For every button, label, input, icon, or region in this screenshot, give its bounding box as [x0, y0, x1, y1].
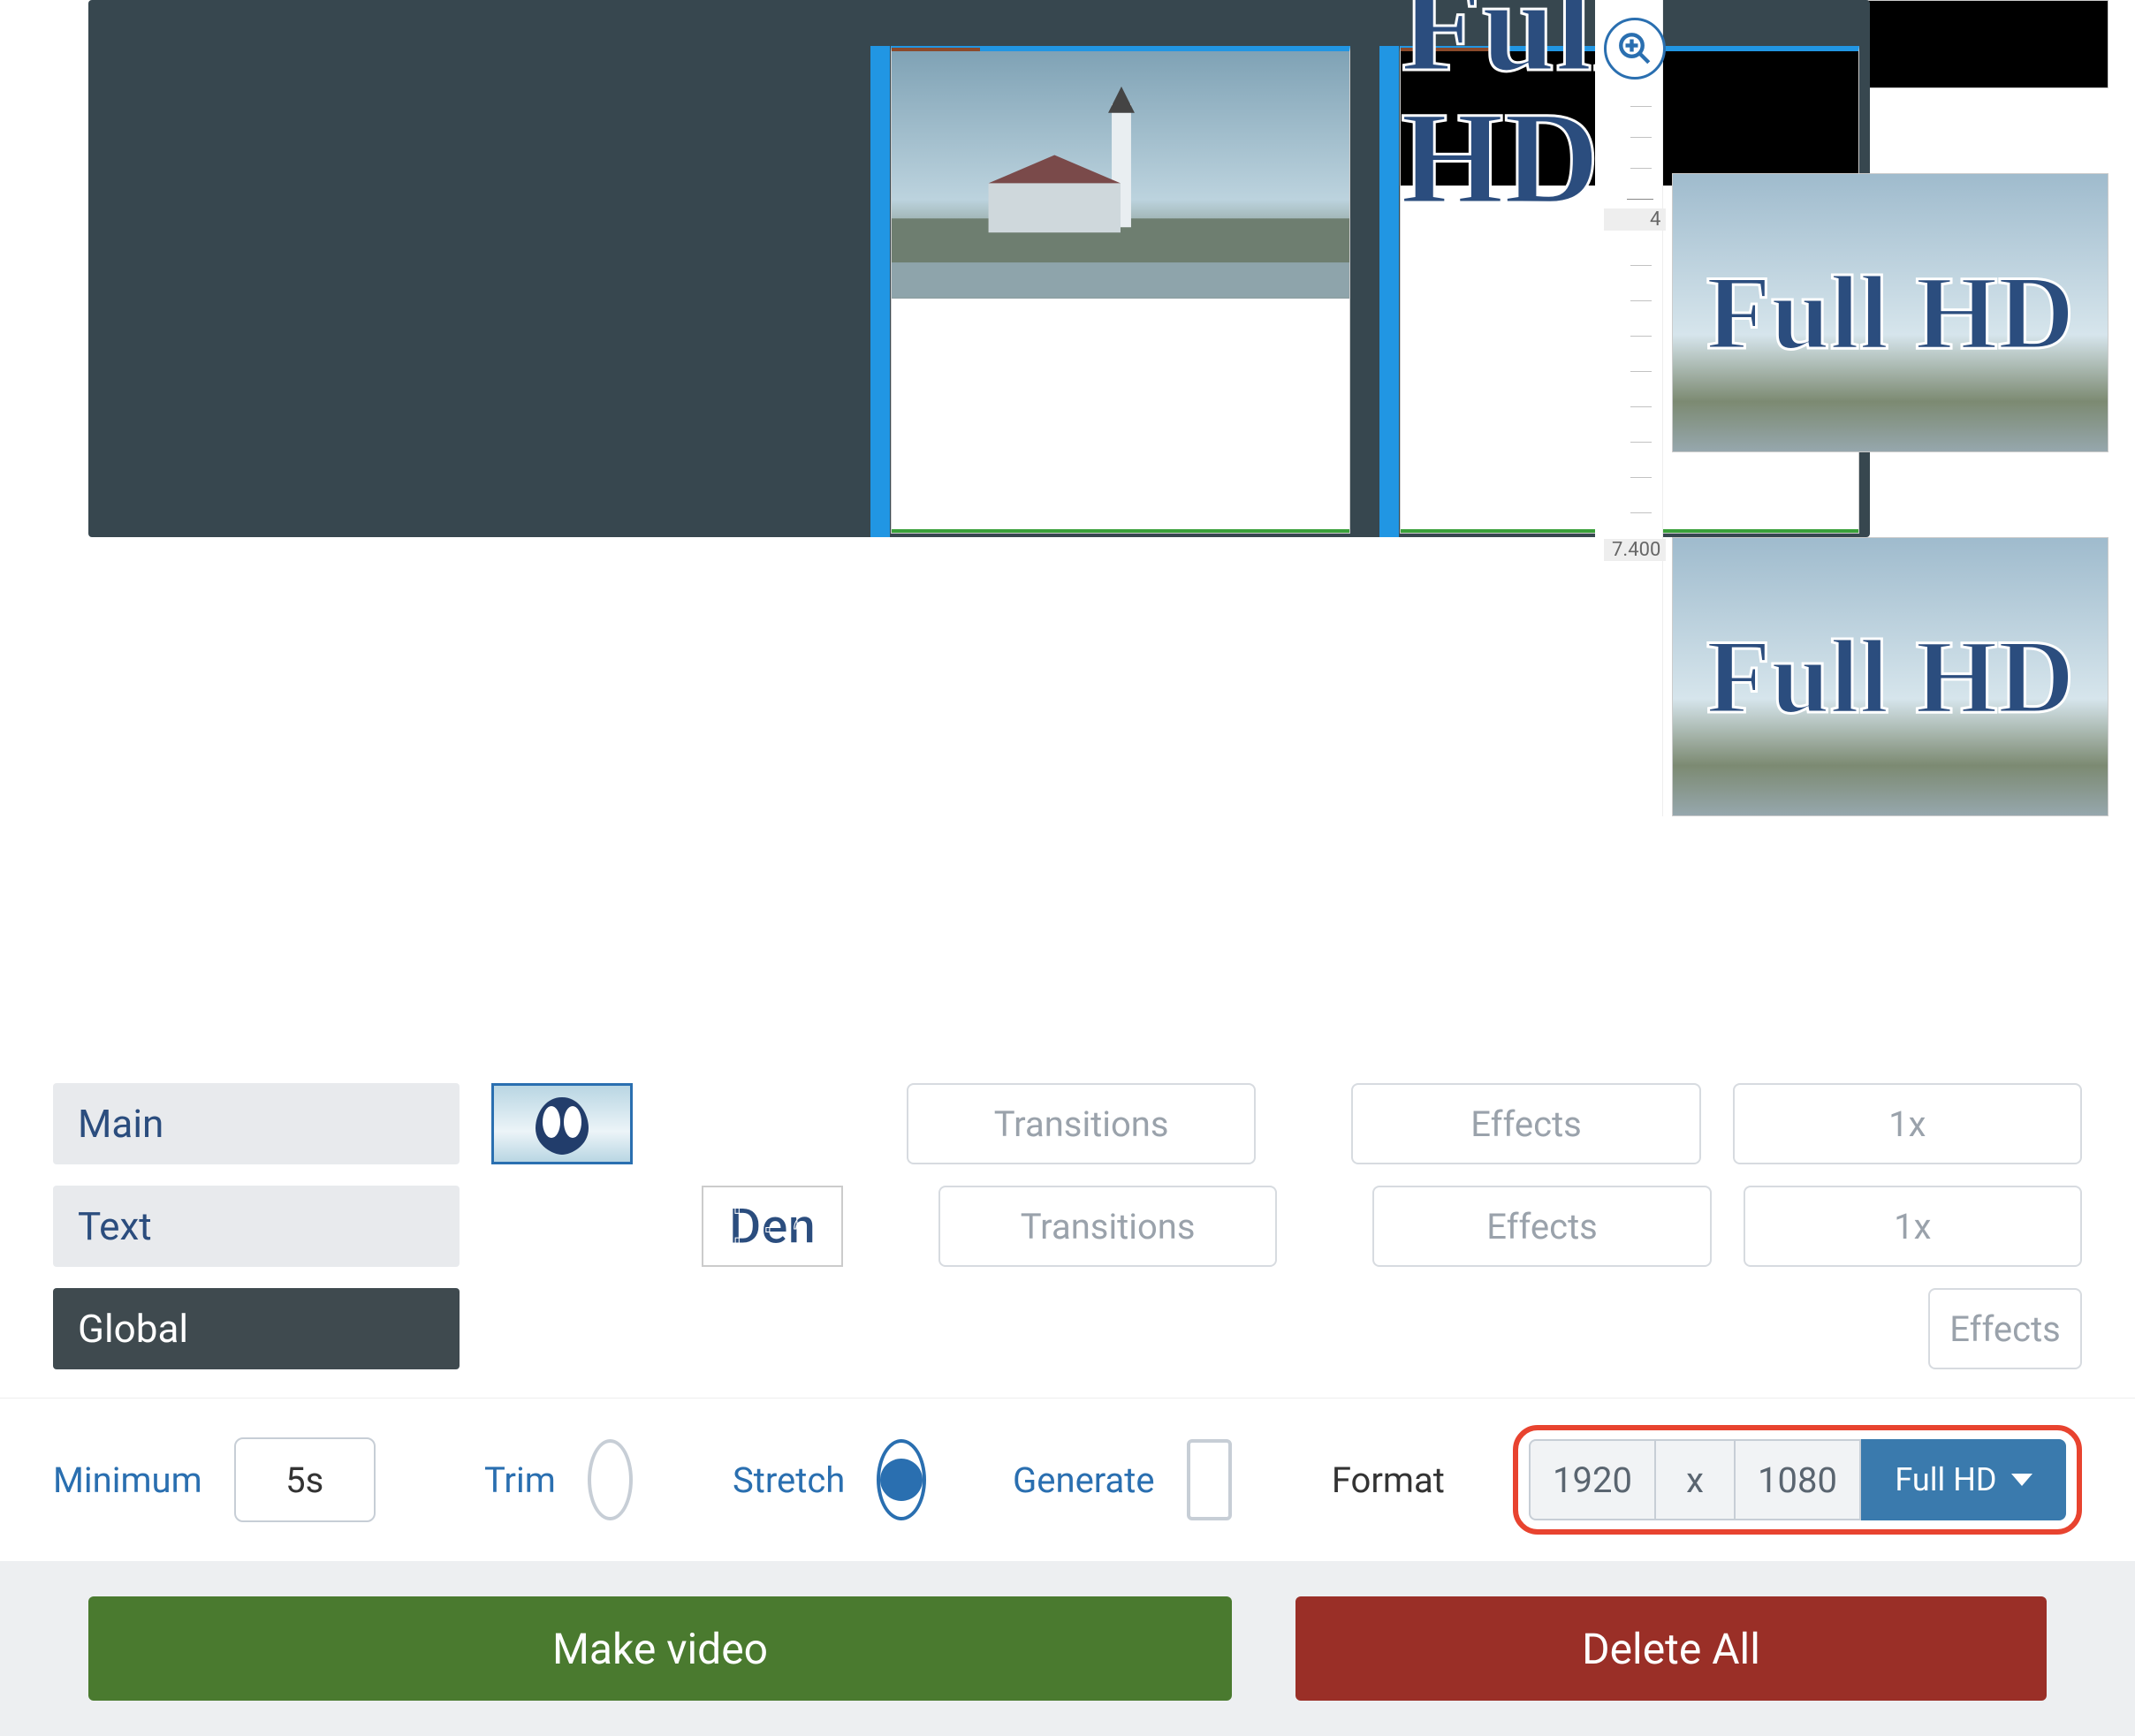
track-tab-global[interactable]: Global — [53, 1288, 460, 1369]
transitions-button[interactable]: Transitions — [907, 1083, 1256, 1164]
dimension-separator: x — [1656, 1439, 1734, 1520]
side-thumbnail[interactable]: Full HD — [1672, 173, 2108, 452]
track-thumbnail-main[interactable] — [491, 1083, 633, 1164]
timeline-ruler[interactable]: 4 7.400 — [1595, 0, 1663, 816]
thumb-overlay-text: Full HD — [1706, 252, 2075, 374]
chevron-down-icon — [2011, 1474, 2032, 1486]
speed-button[interactable]: 1x — [1744, 1186, 2082, 1267]
track-tab-main[interactable]: Main — [53, 1083, 460, 1164]
minimum-label: Minimum — [53, 1459, 202, 1501]
speed-button[interactable]: 1x — [1733, 1083, 2082, 1164]
format-label: Format — [1332, 1459, 1445, 1501]
trim-radio[interactable] — [588, 1439, 633, 1520]
stretch-radio[interactable] — [877, 1439, 926, 1520]
thumb-overlay-text: Full HD — [1706, 616, 2075, 738]
format-group: x Full HD — [1513, 1425, 2082, 1535]
track-tab-text[interactable]: Text — [53, 1186, 460, 1267]
trim-label: Trim — [484, 1459, 556, 1501]
effects-button[interactable]: Effects — [1928, 1288, 2082, 1369]
height-input[interactable] — [1734, 1439, 1861, 1520]
transitions-button[interactable]: Transitions — [938, 1186, 1277, 1267]
ruler-label: 4 — [1604, 208, 1666, 231]
stretch-label: Stretch — [733, 1459, 845, 1501]
minimum-input[interactable] — [234, 1437, 376, 1522]
delete-all-button[interactable]: Delete All — [1295, 1596, 2047, 1701]
format-preset-dropdown[interactable]: Full HD — [1861, 1439, 2066, 1520]
effects-button[interactable]: Effects — [1351, 1083, 1700, 1164]
track-thumbnail-text[interactable]: Den — [702, 1186, 843, 1267]
width-input[interactable] — [1529, 1439, 1656, 1520]
make-video-button[interactable]: Make video — [88, 1596, 1232, 1701]
ruler-label: 7.400 — [1604, 539, 1666, 561]
timeline-clip[interactable] — [891, 46, 1350, 534]
generate-checkbox[interactable] — [1187, 1439, 1232, 1520]
generate-label: Generate — [1013, 1459, 1155, 1501]
clip-thumbnail — [892, 51, 1349, 299]
effects-button[interactable]: Effects — [1372, 1186, 1711, 1267]
side-thumbnail[interactable]: Full HD — [1672, 537, 2108, 816]
zoom-in-icon[interactable] — [1604, 18, 1666, 80]
